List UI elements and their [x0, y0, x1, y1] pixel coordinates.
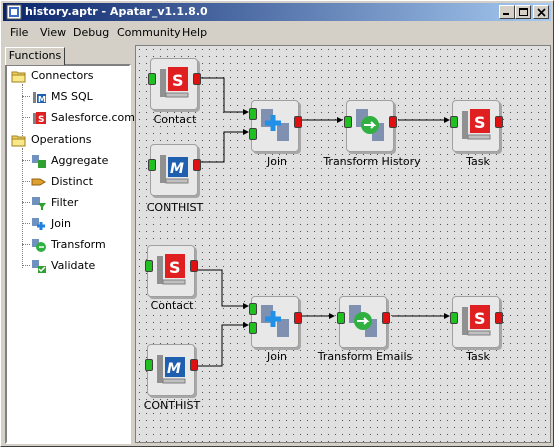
maximize-icon — [519, 8, 528, 16]
menu-file[interactable]: File — [10, 26, 28, 39]
input-port[interactable] — [145, 359, 153, 371]
node-label: CONTHIST — [146, 201, 204, 214]
input-port[interactable] — [249, 322, 257, 334]
folder-icon — [11, 135, 26, 147]
node-label: CONTHIST — [143, 399, 201, 412]
mssql-icon: M — [160, 155, 189, 184]
input-port[interactable] — [249, 303, 257, 315]
folder-icon — [11, 71, 26, 83]
output-port[interactable] — [495, 312, 503, 324]
output-port[interactable] — [193, 73, 201, 85]
maximize-button[interactable] — [515, 5, 531, 19]
validate-icon — [32, 260, 46, 273]
output-port[interactable] — [382, 312, 390, 324]
mssql-icon: M — [157, 355, 186, 384]
node-transform-history[interactable] — [344, 100, 400, 158]
join-icon — [261, 109, 289, 141]
node-label: Transform Emails — [317, 350, 413, 363]
svg-text:M: M — [38, 95, 46, 104]
salesforce-icon: S — [33, 112, 46, 125]
svg-text:S: S — [169, 258, 181, 277]
node-label: Transform History — [323, 155, 421, 168]
output-port[interactable] — [495, 116, 503, 128]
close-button[interactable] — [533, 5, 549, 19]
transform-icon — [349, 305, 377, 337]
node-label: Task — [466, 155, 490, 168]
node-label: Task — [466, 350, 490, 363]
app-icon — [6, 4, 22, 20]
svg-text:S: S — [172, 71, 184, 90]
minimize-icon — [503, 13, 509, 15]
input-port[interactable] — [148, 73, 156, 85]
node-contact-1[interactable]: S — [148, 58, 204, 116]
menu-view[interactable]: View — [40, 26, 66, 39]
node-join-1[interactable] — [249, 100, 305, 158]
output-port[interactable] — [193, 159, 201, 171]
node-label: Join — [266, 155, 287, 168]
input-port[interactable] — [450, 116, 458, 128]
minimize-button[interactable] — [499, 5, 515, 19]
input-port[interactable] — [344, 116, 352, 128]
transform-icon — [32, 239, 46, 252]
menu-community[interactable]: Community — [117, 26, 181, 39]
node-conthist-1[interactable]: M — [148, 144, 204, 202]
window-title: history.aptr - Apatar_v1.1.8.0 — [25, 5, 208, 18]
output-port[interactable] — [190, 359, 198, 371]
tab-functions[interactable]: Functions — [5, 47, 65, 65]
join-icon — [261, 305, 289, 337]
menu-bar: File View Debug Community Help — [3, 23, 551, 42]
output-port[interactable] — [294, 312, 302, 324]
filter-icon — [32, 197, 46, 210]
node-task-1[interactable]: S — [450, 100, 506, 158]
output-port[interactable] — [190, 260, 198, 272]
node-label: Contact — [153, 113, 197, 126]
join-icon — [32, 218, 45, 230]
app-window: history.aptr - Apatar_v1.1.8.0 File View… — [0, 0, 554, 447]
salesforce-icon: S — [160, 67, 189, 98]
title-bar[interactable]: history.aptr - Apatar_v1.1.8.0 — [3, 3, 551, 21]
transform-icon — [356, 109, 384, 141]
svg-text:S: S — [474, 113, 486, 132]
output-port[interactable] — [389, 116, 397, 128]
close-icon — [537, 8, 546, 17]
svg-text:M: M — [167, 361, 181, 377]
salesforce-icon: S — [462, 109, 491, 140]
menu-debug[interactable]: Debug — [73, 26, 109, 39]
aggregate-icon — [32, 155, 46, 168]
functions-panel: Functions Connectors M MS SQL S Salesfor… — [3, 44, 135, 444]
input-port[interactable] — [148, 159, 156, 171]
mssql-icon: M — [33, 92, 46, 104]
svg-text:M: M — [170, 161, 184, 177]
node-conthist-2[interactable]: M — [145, 344, 201, 402]
input-port[interactable] — [249, 128, 257, 140]
svg-text:S: S — [474, 309, 486, 328]
input-port[interactable] — [145, 260, 153, 272]
output-port[interactable] — [294, 116, 302, 128]
input-port[interactable] — [337, 312, 345, 324]
node-contact-2[interactable]: S — [145, 245, 201, 303]
menu-help[interactable]: Help — [182, 26, 207, 39]
functions-tree: Connectors M MS SQL S Salesforce.com Ope… — [5, 64, 135, 444]
node-join-2[interactable] — [249, 296, 305, 354]
diagram-canvas[interactable]: S Contact M CONTHIST Join Transform Hist… — [135, 45, 551, 443]
svg-text:S: S — [38, 115, 44, 125]
salesforce-icon: S — [157, 254, 186, 285]
input-port[interactable] — [450, 312, 458, 324]
node-label: Contact — [150, 299, 194, 312]
distinct-icon — [31, 178, 46, 186]
node-task-2[interactable]: S — [450, 296, 506, 354]
input-port[interactable] — [249, 108, 257, 120]
node-transform-emails[interactable] — [337, 296, 393, 354]
salesforce-icon: S — [462, 305, 491, 336]
